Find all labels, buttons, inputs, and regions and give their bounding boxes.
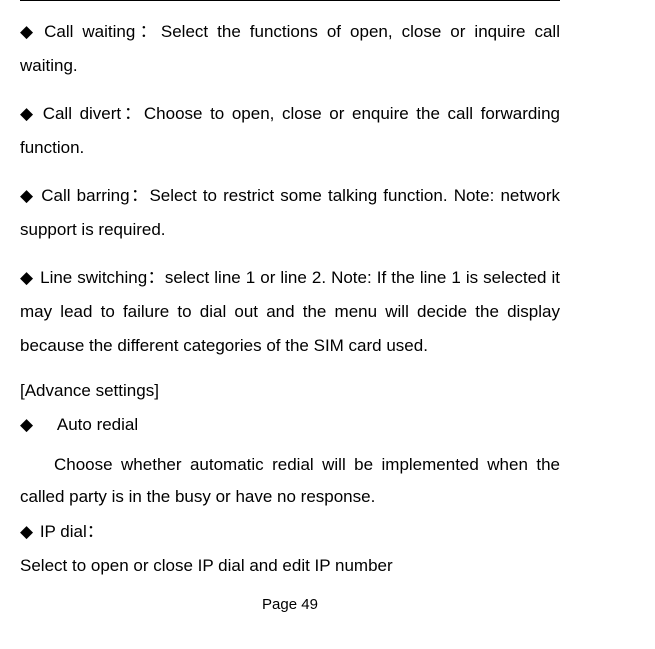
- diamond-icon: ◆: [20, 15, 33, 49]
- page-content: ◆ Call waiting：Select the functions of o…: [20, 0, 580, 613]
- bullet-sep: ：: [130, 186, 150, 205]
- bullet-sep: ：: [135, 22, 161, 41]
- advance-settings-heading: [Advance settings]: [20, 381, 560, 401]
- bullet-sep: ：: [147, 268, 165, 287]
- diamond-icon: ◆: [20, 261, 33, 295]
- ip-dial-sep: ：: [87, 522, 104, 541]
- ip-dial-label: IP dial: [40, 522, 87, 541]
- bullet-label: Line switching: [40, 268, 147, 287]
- auto-redial-text: Choose whether automatic redial will be …: [20, 449, 560, 514]
- bullet-call-divert: ◆ Call divert：Choose to open, close or e…: [20, 97, 560, 165]
- diamond-icon: ◆: [20, 179, 33, 213]
- bullet-sep: ：: [121, 104, 144, 123]
- auto-redial-label: Auto redial: [57, 415, 138, 434]
- bullet-label: Call waiting: [44, 22, 135, 41]
- diamond-icon: ◆: [20, 516, 33, 548]
- page-number: Page 49: [20, 596, 560, 613]
- bullet-label: Call barring: [41, 186, 129, 205]
- diamond-icon: ◆: [20, 97, 33, 131]
- bullet-auto-redial: ◆ Auto redial: [20, 415, 560, 435]
- bullet-line-switching: ◆ Line switching：select line 1 or line 2…: [20, 261, 560, 363]
- bullet-call-waiting: ◆ Call waiting：Select the functions of o…: [20, 15, 560, 83]
- bullet-call-barring: ◆ Call barring：Select to restrict some t…: [20, 179, 560, 247]
- bullet-label: Call divert: [43, 104, 121, 123]
- diamond-icon: ◆: [20, 415, 33, 435]
- ip-dial-text: Select to open or close IP dial and edit…: [20, 550, 560, 582]
- top-border: [20, 0, 560, 1]
- bullet-ip-dial: ◆ IP dial：: [20, 516, 560, 548]
